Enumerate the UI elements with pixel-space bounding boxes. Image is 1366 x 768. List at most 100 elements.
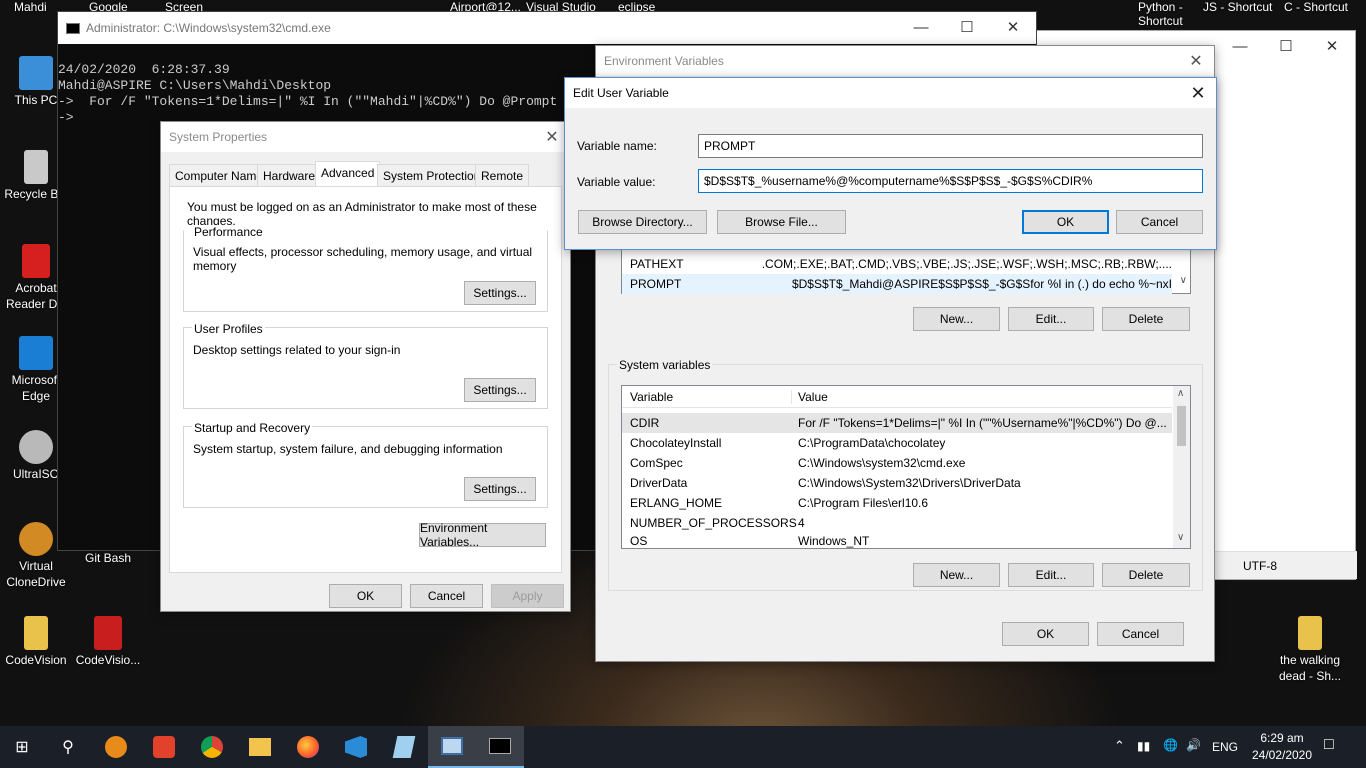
- scrollbar[interactable]: ∧ ∨: [1173, 386, 1190, 548]
- battery-icon[interactable]: ▮▮: [1137, 739, 1150, 753]
- notepad-icon[interactable]: [380, 726, 428, 768]
- system-delete-button[interactable]: Delete: [1102, 563, 1190, 587]
- performance-settings-button[interactable]: Settings...: [464, 281, 536, 305]
- table-row[interactable]: ERLANG_HOME C:\Program Files\erl10.6: [622, 493, 1172, 513]
- cmd-titlebar[interactable]: Administrator: C:\Windows\system32\cmd.e…: [58, 12, 1036, 44]
- tab-system-protection[interactable]: System Protection: [377, 164, 487, 186]
- close-icon[interactable]: ✕: [1178, 46, 1214, 76]
- dialog-title: Environment Variables: [604, 54, 724, 68]
- close-icon[interactable]: ✕: [1309, 31, 1355, 61]
- desktop-label-c[interactable]: C - Shortcut: [1284, 0, 1348, 14]
- user-variables-list[interactable]: PATHEXT .COM;.EXE;.BAT;.CMD;.VBS;.VBE;.J…: [621, 246, 1191, 294]
- volume-icon[interactable]: 🔊: [1186, 738, 1201, 752]
- variable-name-field[interactable]: PROMPT: [698, 134, 1203, 158]
- cancel-button[interactable]: Cancel: [410, 584, 483, 608]
- browse-directory-button[interactable]: Browse Directory...: [578, 210, 707, 234]
- tab-advanced[interactable]: Advanced: [315, 161, 381, 187]
- folder-icon: [24, 616, 48, 650]
- ok-button[interactable]: OK: [329, 584, 402, 608]
- desktop-icon-label: Git Bash: [84, 551, 132, 565]
- desktop-icon-git-bash[interactable]: Git Bash: [72, 550, 144, 566]
- variable-value: C:\ProgramData\chocolatey: [798, 436, 946, 450]
- user-new-button[interactable]: New...: [913, 307, 1000, 331]
- system-properties-dialog[interactable]: System Properties ✕ Computer Name Hardwa…: [160, 121, 571, 612]
- group-description: Visual effects, processor scheduling, me…: [193, 245, 533, 273]
- edit-user-variable-dialog[interactable]: Edit User Variable ✕ Variable name: PROM…: [564, 77, 1217, 250]
- desktop-icon-label: Microsoft Edge: [11, 373, 61, 403]
- desktop-icon-walking-dead[interactable]: the walking dead - Sh...: [1274, 616, 1346, 684]
- desktop-label-mahdi[interactable]: Mahdi: [14, 0, 47, 14]
- table-row[interactable]: PROMPT $D$S$T$_Mahdi@ASPIRE$S$P$S$_-$G$S…: [622, 274, 1172, 294]
- desktop-icon-codevision[interactable]: CodeVisio...: [72, 616, 144, 668]
- startup-recovery-settings-button[interactable]: Settings...: [464, 477, 536, 501]
- user-profiles-settings-button[interactable]: Settings...: [464, 378, 536, 402]
- tab-remote[interactable]: Remote: [475, 164, 530, 186]
- search-icon[interactable]: ⚲: [44, 726, 92, 768]
- clock-date[interactable]: 24/02/2020: [1247, 748, 1317, 762]
- edit-titlebar[interactable]: Edit User Variable ✕: [565, 78, 1216, 108]
- group-label: System variables: [617, 358, 713, 372]
- group-label: User Profiles: [192, 322, 265, 336]
- system-properties-icon[interactable]: [428, 726, 476, 768]
- chrome-icon[interactable]: [188, 726, 236, 768]
- notification-icon[interactable]: □: [1324, 736, 1334, 754]
- chevron-up-icon[interactable]: ⌃: [1114, 738, 1125, 754]
- close-icon[interactable]: ✕: [1180, 78, 1216, 108]
- scrollbar-thumb[interactable]: [1177, 406, 1186, 446]
- table-row[interactable]: CDIR For /F "Tokens=1*Delims=|" %I In ("…: [622, 413, 1172, 433]
- chevron-down-icon[interactable]: ∨: [1177, 532, 1184, 543]
- minimize-icon[interactable]: —: [898, 12, 944, 42]
- network-icon[interactable]: 🌐: [1163, 738, 1178, 752]
- environment-variables-button[interactable]: Environment Variables...: [419, 521, 546, 549]
- disc-icon: [19, 430, 53, 464]
- table-row[interactable]: DriverData C:\Windows\System32\Drivers\D…: [622, 473, 1172, 493]
- ok-button[interactable]: OK: [1002, 622, 1089, 646]
- column-header-variable[interactable]: Variable: [622, 389, 792, 404]
- system-new-button[interactable]: New...: [913, 563, 1000, 587]
- column-header-value[interactable]: Value: [792, 390, 828, 404]
- variable-value-field[interactable]: $D$S$T$_%username%@%computername%$S$P$S$…: [698, 169, 1203, 193]
- desktop-label-js[interactable]: JS - Shortcut: [1203, 0, 1272, 14]
- close-icon[interactable]: ✕: [990, 12, 1036, 42]
- ok-button[interactable]: OK: [1022, 210, 1109, 234]
- minimize-icon[interactable]: —: [1217, 31, 1263, 61]
- table-row[interactable]: ChocolateyInstall C:\ProgramData\chocola…: [622, 433, 1172, 453]
- browse-file-button[interactable]: Browse File...: [717, 210, 846, 234]
- dialog-title: System Properties: [169, 130, 268, 144]
- desktop-label-python[interactable]: Python - Shortcut: [1138, 0, 1198, 28]
- app-orange-icon[interactable]: [92, 726, 140, 768]
- system-properties-titlebar[interactable]: System Properties ✕: [161, 122, 570, 152]
- chevron-up-icon[interactable]: ∧: [1177, 388, 1184, 399]
- clock-time[interactable]: 6:29 am: [1256, 731, 1308, 745]
- maximize-icon[interactable]: ☐: [944, 12, 990, 42]
- file-explorer-icon[interactable]: [236, 726, 284, 768]
- variable-value: C:\Program Files\erl10.6: [798, 496, 929, 510]
- tab-hardware[interactable]: Hardware: [257, 164, 322, 186]
- variable-name: NUMBER_OF_PROCESSORS: [630, 516, 797, 530]
- apply-button[interactable]: Apply: [491, 584, 564, 608]
- cmd-icon[interactable]: [476, 726, 524, 768]
- tab-computer-name[interactable]: Computer Name: [169, 164, 270, 186]
- system-edit-button[interactable]: Edit...: [1008, 563, 1094, 587]
- system-variables-list[interactable]: Variable Value CDIR For /F "Tokens=1*Del…: [621, 385, 1191, 549]
- vscode-icon[interactable]: [332, 726, 380, 768]
- desktop-icon-codevision-folder[interactable]: CodeVision: [0, 616, 72, 668]
- windows-start-icon[interactable]: ⊞: [0, 726, 44, 768]
- language-indicator[interactable]: ENG: [1212, 740, 1238, 754]
- user-delete-button[interactable]: Delete: [1102, 307, 1190, 331]
- cancel-button[interactable]: Cancel: [1116, 210, 1203, 234]
- chevron-down-icon[interactable]: ∨: [1180, 275, 1187, 286]
- table-row[interactable]: PATHEXT .COM;.EXE;.BAT;.CMD;.VBS;.VBE;.J…: [622, 254, 1172, 274]
- cancel-button[interactable]: Cancel: [1097, 622, 1184, 646]
- app-red-icon[interactable]: [140, 726, 188, 768]
- table-row[interactable]: OS Windows_NT: [622, 533, 1172, 549]
- env-titlebar[interactable]: Environment Variables ✕: [596, 46, 1214, 76]
- user-edit-button[interactable]: Edit...: [1008, 307, 1094, 331]
- table-row[interactable]: NUMBER_OF_PROCESSORS 4: [622, 513, 1172, 533]
- taskbar: ⊞ ⚲ ⌃ ▮▮ 🌐 🔊 ENG 6:29 am 24/02/2020 □: [0, 726, 1366, 768]
- recycle-bin-icon: [24, 150, 48, 184]
- variable-name: CDIR: [630, 416, 660, 430]
- table-row[interactable]: ComSpec C:\Windows\system32\cmd.exe: [622, 453, 1172, 473]
- firefox-icon[interactable]: [284, 726, 332, 768]
- maximize-icon[interactable]: ☐: [1263, 31, 1309, 61]
